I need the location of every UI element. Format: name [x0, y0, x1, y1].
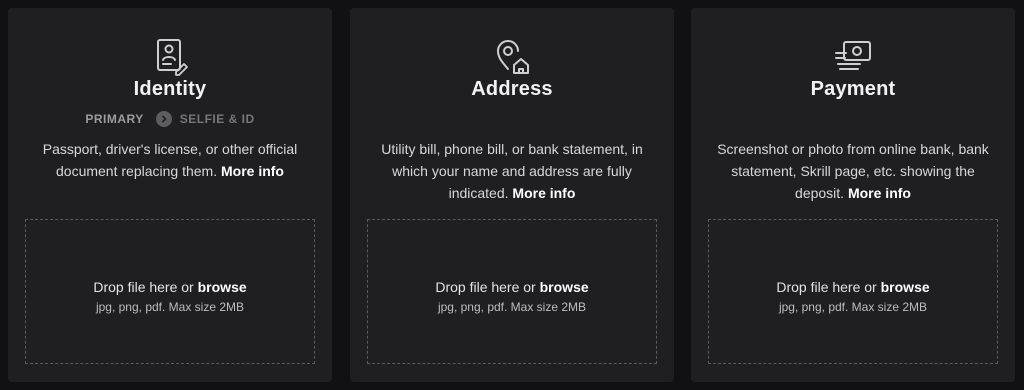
card-title: Address	[471, 78, 553, 100]
payment-card: Payment Screenshot or photo from online …	[691, 8, 1015, 382]
identity-card: Identity PRIMARY SELFIE & ID Passport, d…	[8, 8, 332, 382]
more-info-link[interactable]: More info	[848, 185, 911, 201]
card-title: Identity	[133, 78, 207, 100]
dropzone-prompt: Drop file here or browse	[93, 279, 246, 295]
browse-link[interactable]: browse	[198, 279, 247, 295]
file-dropzone[interactable]: Drop file here or browse jpg, png, pdf. …	[708, 219, 998, 364]
address-card: Address Utility bill, phone bill, or ban…	[350, 8, 674, 382]
dropzone-prompt: Drop file here or browse	[776, 279, 929, 295]
tab-selfie-and-id[interactable]: SELFIE & ID	[155, 111, 255, 127]
card-title: Payment	[810, 78, 896, 100]
dropzone-hint: jpg, png, pdf. Max size 2MB	[437, 300, 587, 314]
dropzone-prefix: Drop file here or	[776, 279, 877, 295]
id-document-icon	[150, 36, 190, 76]
card-description: Passport, driver's license, or other off…	[32, 138, 308, 182]
dropzone-hint: jpg, png, pdf. Max size 2MB	[778, 300, 928, 314]
payment-card-icon	[833, 36, 873, 76]
location-home-icon	[492, 36, 532, 76]
file-dropzone[interactable]: Drop file here or browse jpg, png, pdf. …	[367, 219, 657, 364]
dropzone-prefix: Drop file here or	[93, 279, 194, 295]
tab-primary[interactable]: PRIMARY	[85, 112, 143, 126]
document-type-tabs: PRIMARY SELFIE & ID	[8, 111, 332, 127]
more-info-link[interactable]: More info	[512, 185, 575, 201]
browse-link[interactable]: browse	[540, 279, 589, 295]
card-description: Screenshot or photo from online bank, ba…	[715, 138, 991, 204]
more-info-link[interactable]: More info	[221, 163, 284, 179]
tab-selfie-label: SELFIE & ID	[179, 112, 255, 126]
dropzone-hint: jpg, png, pdf. Max size 2MB	[95, 300, 245, 314]
chevron-right-icon	[155, 111, 172, 127]
dropzone-prompt: Drop file here or browse	[435, 279, 588, 295]
file-dropzone[interactable]: Drop file here or browse jpg, png, pdf. …	[25, 219, 315, 364]
browse-link[interactable]: browse	[881, 279, 930, 295]
dropzone-prefix: Drop file here or	[435, 279, 536, 295]
card-description: Utility bill, phone bill, or bank statem…	[374, 138, 650, 204]
